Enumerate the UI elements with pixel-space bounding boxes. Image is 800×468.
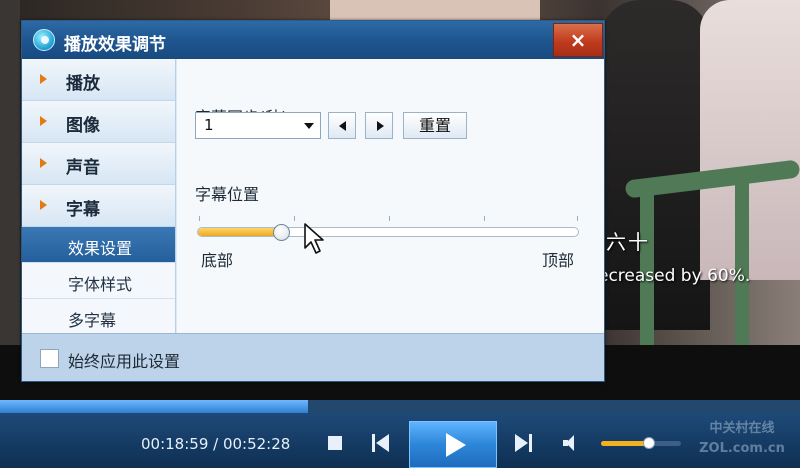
subtitle-sync-value: 1 <box>204 116 214 134</box>
slider-tick <box>199 216 200 221</box>
subtitle-position-label: 字幕位置 <box>195 185 260 204</box>
stop-icon[interactable] <box>328 436 342 450</box>
settings-sidebar: 播放 图像 声音 字幕 效果设置 字体样式 多字幕 <box>22 59 176 335</box>
settings-panel: 字幕同步(秒) 1 重置 字幕位置 底部 顶部 <box>177 59 604 333</box>
seek-bar[interactable] <box>0 400 800 413</box>
position-max-label: 顶部 <box>542 251 575 270</box>
app-icon <box>33 29 55 51</box>
close-icon: × <box>569 28 587 52</box>
watermark-line2: ZOL.com.cn <box>699 441 785 456</box>
position-ticks <box>199 216 579 222</box>
prev-arrow-icon <box>339 121 346 131</box>
play-icon <box>446 433 466 457</box>
sidebar-item-label: 声音 <box>66 158 100 178</box>
subtitle-sync-select[interactable]: 1 <box>195 112 321 139</box>
video-shadow <box>0 0 20 400</box>
watermark-line1: 中关村在线 <box>709 421 775 436</box>
effect-adjust-dialog: 播放效果调节 × 播放 图像 声音 字幕 效果设置 字体样式 多字幕 1 重置 … <box>21 20 605 382</box>
sidebar-subitem-multi-subtitle[interactable]: 多字幕 <box>22 299 175 335</box>
dialog-title: 播放效果调节 <box>64 35 166 55</box>
sidebar-item-label: 图像 <box>66 116 100 136</box>
dialog-titlebar[interactable]: 播放效果调节 × <box>22 21 604 59</box>
arrow-right-icon <box>40 116 47 126</box>
position-slider-track[interactable] <box>197 227 579 237</box>
slider-tick <box>484 216 485 221</box>
sidebar-item-label: 播放 <box>66 74 100 94</box>
volume-slider-fill <box>601 441 649 446</box>
video-railing-post <box>640 185 654 345</box>
always-apply-label[interactable]: 始终应用此设置 <box>68 348 180 372</box>
video-person-light <box>700 0 800 280</box>
close-button[interactable]: × <box>553 23 603 57</box>
dialog-footer: 始终应用此设置 <box>22 333 604 381</box>
seek-bar-fill <box>0 400 308 413</box>
position-min-label: 底部 <box>201 251 234 270</box>
volume-icon[interactable] <box>563 435 583 451</box>
video-railing-post <box>735 180 749 345</box>
cursor-icon <box>304 223 324 254</box>
sidebar-subitem-label: 字体样式 <box>68 275 133 294</box>
player-controls: 00:18:59 / 00:52:28 中关村在线 ZOL.com.cn <box>0 413 800 468</box>
video-person-top <box>330 0 540 22</box>
position-slider-thumb[interactable] <box>273 224 290 241</box>
slider-tick <box>294 216 295 221</box>
sidebar-item-label: 字幕 <box>66 200 100 220</box>
dropdown-icon <box>304 123 314 129</box>
arrow-right-icon <box>40 158 47 168</box>
sidebar-item-image[interactable]: 图像 <box>22 101 175 143</box>
next-icon[interactable] <box>515 434 535 452</box>
play-button[interactable] <box>409 421 497 468</box>
sidebar-item-subtitle[interactable]: 字幕 <box>22 185 175 227</box>
sidebar-subitem-effect-settings[interactable]: 效果设置 <box>22 227 175 263</box>
sync-decrease-button[interactable] <box>328 112 356 139</box>
playback-time: 00:18:59 / 00:52:28 <box>141 435 291 453</box>
sync-reset-button[interactable]: 重置 <box>403 112 467 139</box>
video-subtitle-line2: ecreased by 60%. <box>598 266 751 286</box>
sync-increase-button[interactable] <box>365 112 393 139</box>
sidebar-subitem-label: 效果设置 <box>68 239 133 258</box>
sidebar-item-sound[interactable]: 声音 <box>22 143 175 185</box>
volume-slider[interactable] <box>601 441 681 446</box>
sidebar-subitem-label: 多字幕 <box>68 311 117 330</box>
slider-tick <box>389 216 390 221</box>
position-slider-fill <box>198 228 282 236</box>
previous-icon[interactable] <box>372 434 392 452</box>
next-arrow-icon <box>377 121 384 131</box>
always-apply-checkbox[interactable] <box>40 349 59 368</box>
watermark: 中关村在线 ZOL.com.cn <box>690 419 794 459</box>
slider-tick <box>577 216 578 221</box>
arrow-right-icon <box>40 200 47 210</box>
sidebar-item-playback[interactable]: 播放 <box>22 59 175 101</box>
sidebar-subitem-font-style[interactable]: 字体样式 <box>22 263 175 299</box>
volume-slider-thumb[interactable] <box>643 437 655 449</box>
arrow-right-icon <box>40 74 47 84</box>
video-subtitle-line1: 六十 <box>606 230 650 254</box>
